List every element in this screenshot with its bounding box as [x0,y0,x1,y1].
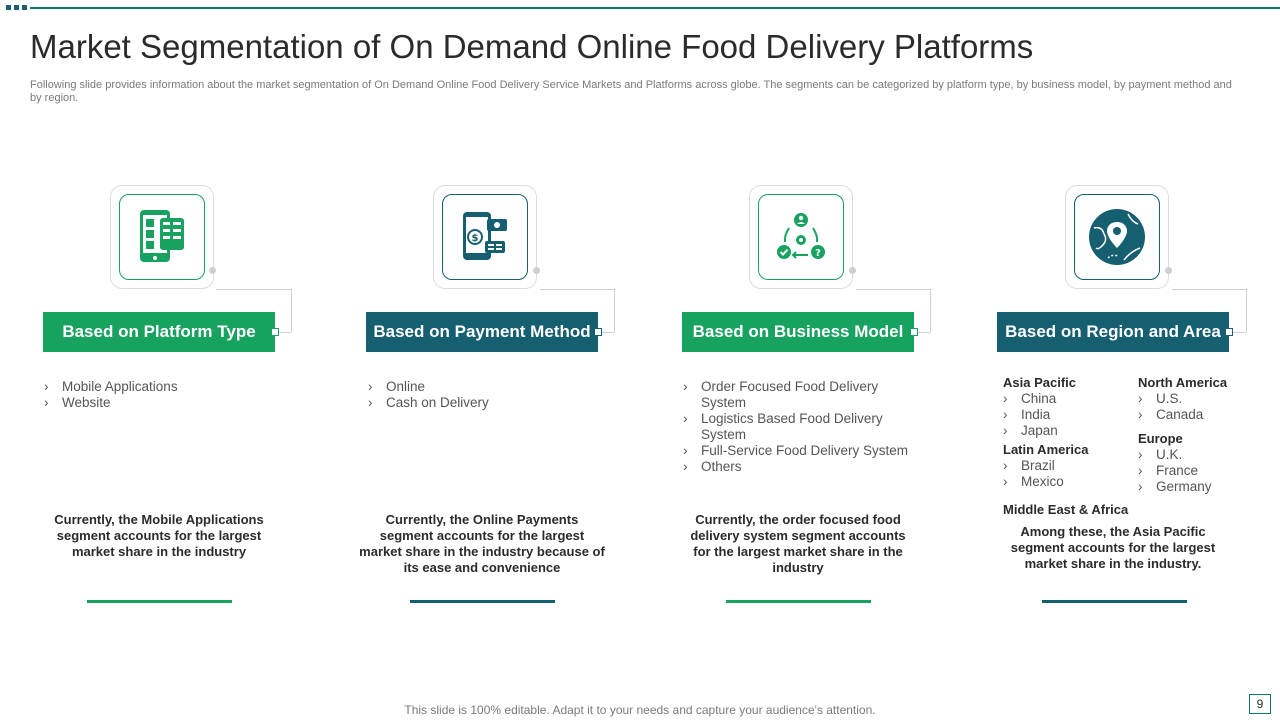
list-item: Cash on Delivery [368,395,598,411]
list-item: Website [44,395,274,411]
region-asia-pacific: Asia Pacific China India Japan [1003,374,1131,439]
mobile-payment-icon: $ [442,194,528,280]
segment-heading: Based on Region and Area [997,312,1233,352]
segment-underline [410,600,555,603]
connector-line [1172,289,1246,290]
segment-list: Mobile Applications Website [44,379,274,411]
segment-heading-label: Based on Platform Type [62,322,256,341]
region-name: North America [1138,375,1228,390]
region-europe: Europe U.K. France Germany [1138,430,1253,495]
segment-heading: Based on Payment Method [366,312,602,352]
segment-heading: Based on Business Model [682,312,918,352]
page-number: 9 [1249,694,1271,714]
segment-note: Currently, the Mobile Applications segme… [54,512,264,559]
connector-line [856,289,930,290]
segment-underline [1042,600,1187,603]
icon-frame [1065,185,1169,289]
connector-dot [849,267,856,274]
list-item: U.S. [1138,391,1253,407]
segment-note: Currently, the order focused food delive… [690,512,906,575]
region-middle-east-africa: Middle East & Africa [1003,501,1163,518]
list-item: India [1003,407,1131,423]
list-item: Logistics Based Food Delivery System [683,411,915,443]
connector-node [271,328,279,336]
region-name: Asia Pacific [1003,375,1076,390]
list-item: U.K. [1138,447,1253,463]
connector-line [1246,289,1247,332]
connector-line [614,289,615,332]
connector-node [594,328,602,336]
page-title: Market Segmentation of On Demand Online … [30,28,1034,65]
connector-dot [1165,267,1172,274]
segment-note: Among these, the Asia Pacific segment ac… [1010,524,1216,571]
page-subtitle: Following slide provides information abo… [30,79,1232,104]
list-item: Online [368,379,598,395]
segment-heading-label: Based on Payment Method [373,322,591,341]
list-item: Brazil [1003,458,1131,474]
list-item: Mobile Applications [44,379,274,395]
icon-frame: ? [749,185,853,289]
connector-line [216,289,291,290]
segment-underline [726,600,871,603]
segment-list: Order Focused Food Delivery System Logis… [683,379,915,475]
segment-heading-label: Based on Business Model [692,322,904,341]
list-item: Japan [1003,423,1131,439]
list-item: Full-Service Food Delivery System [683,443,915,459]
connector-line [291,289,292,332]
smartphone-app-icon [119,194,205,280]
slide-footer: This slide is 100% editable. Adapt it to… [404,703,876,717]
connector-line [930,289,931,332]
connector-node [910,328,918,336]
list-item: France [1138,463,1253,479]
region-name: Latin America [1003,442,1089,457]
region-list: China India Japan [1003,391,1131,439]
segment-list: Online Cash on Delivery [368,379,598,411]
svg-text:?: ? [815,248,821,259]
list-item: Order Focused Food Delivery System [683,379,915,411]
region-list: U.K. France Germany [1138,447,1253,495]
icon-frame: $ [433,185,537,289]
region-list: Brazil Mexico [1003,458,1131,490]
region-name: Europe [1138,431,1183,446]
region-name: Middle East & Africa [1003,502,1129,517]
segment-underline [87,600,232,603]
region-north-america: North America U.S. Canada [1138,374,1253,423]
segment-heading: Based on Platform Type [43,312,279,352]
svg-text:$: $ [472,233,479,244]
list-item: Others [683,459,915,475]
globe-location-icon [1074,194,1160,280]
connector-dot [209,267,216,274]
connector-dot [533,267,540,274]
list-item: Canada [1138,407,1253,423]
region-latin-america: Latin America Brazil Mexico [1003,441,1131,490]
business-cycle-icon: ? [758,194,844,280]
list-item: China [1003,391,1131,407]
connector-node [1225,328,1233,336]
top-divider-line [30,7,1280,9]
segment-note: Currently, the Online Payments segment a… [359,512,605,575]
region-list: U.S. Canada [1138,391,1253,423]
icon-frame [110,185,214,289]
list-item: Germany [1138,479,1253,495]
slide-dots-decoration [6,5,27,10]
list-item: Mexico [1003,474,1131,490]
segment-heading-label: Based on Region and Area [1005,322,1221,341]
connector-line [540,289,614,290]
